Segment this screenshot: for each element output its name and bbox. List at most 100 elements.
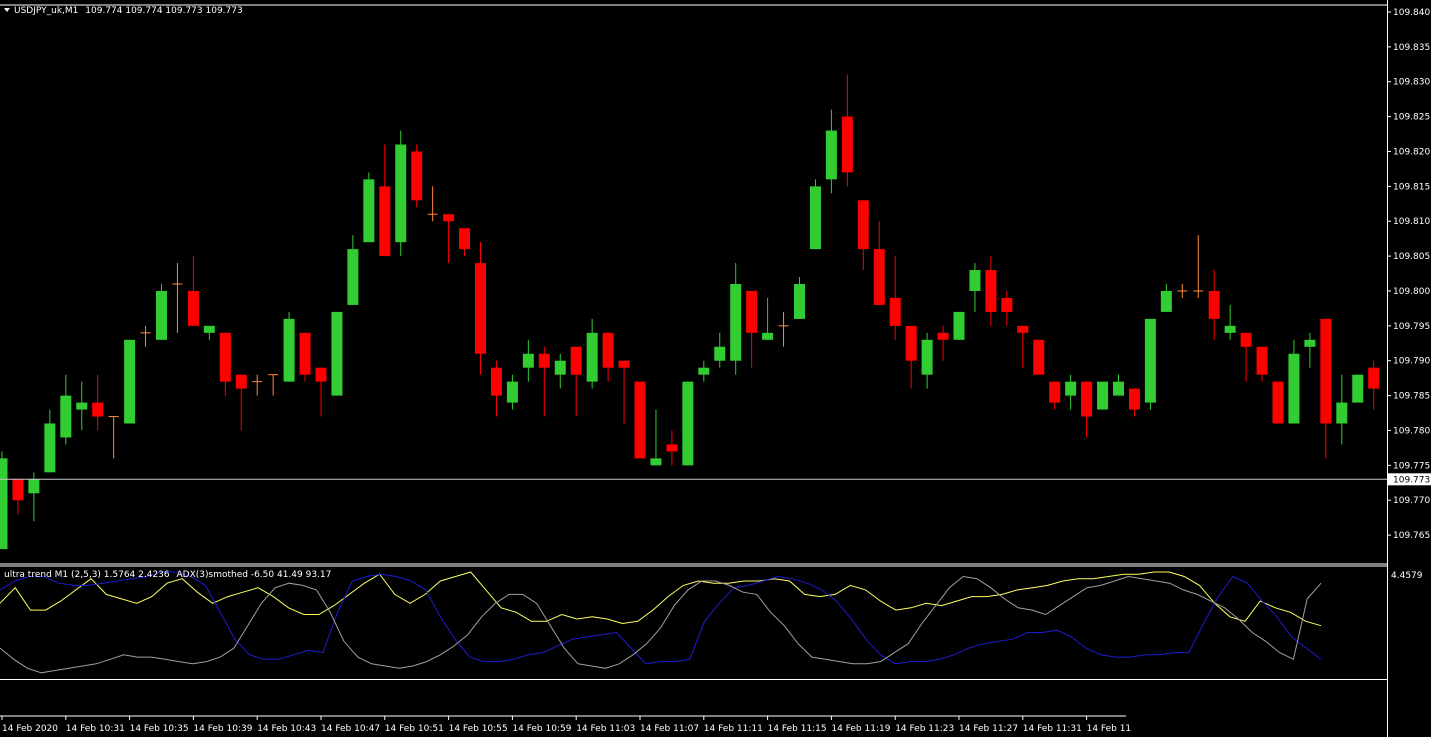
- price-tick-label: 109.775: [1393, 461, 1430, 471]
- candle-body: [506, 381, 518, 403]
- candle: [299, 332, 311, 382]
- candle-body: [969, 270, 981, 291]
- candle-body: [857, 200, 869, 250]
- time-tick-label: 14 Feb 10:59: [512, 724, 571, 734]
- time-tick-label: 14 Feb 10:51: [385, 724, 444, 734]
- candle-body: [602, 332, 614, 368]
- candle-body: [1017, 325, 1029, 333]
- candle-body: [714, 346, 726, 361]
- adx-label: ADX(3)smothed -6.50 41.49 93.17: [176, 570, 332, 580]
- price-tick-label: 109.835: [1393, 43, 1430, 53]
- price-tick-label: 109.765: [1393, 531, 1430, 541]
- candle-body: [459, 228, 471, 250]
- time-tick-label: 14 Feb 10:35: [130, 724, 189, 734]
- candle: [1033, 339, 1045, 375]
- candle-body: [953, 311, 965, 340]
- time-tick-label: 14 Feb 10:55: [449, 724, 508, 734]
- time-tick-label: 14 Feb 11:23: [895, 724, 954, 734]
- current-price-label: 109.773: [1393, 475, 1430, 485]
- candle-body: [1304, 339, 1316, 347]
- time-tick-label: 14 Feb 11:27: [959, 724, 1018, 734]
- symbol-label: USDJPY_uk,M1: [14, 6, 79, 16]
- candle-body: [363, 179, 375, 243]
- price-tick-label: 109.785: [1393, 392, 1430, 402]
- candle-body: [650, 458, 662, 466]
- price-tick-label: 109.780: [1393, 426, 1430, 436]
- candle-body: [156, 290, 167, 340]
- candle-body: [490, 367, 502, 396]
- candle-body: [1049, 381, 1061, 403]
- time-tick-label: 14 Feb 11:07: [640, 724, 699, 734]
- time-tick-label: 14 Feb 2020: [2, 724, 58, 734]
- price-tick-label: 109.830: [1393, 78, 1430, 88]
- chart-background: [0, 0, 1431, 737]
- price-tick-label: 109.820: [1393, 147, 1430, 157]
- candle-body: [28, 479, 40, 494]
- price-tick-label: 109.840: [1393, 8, 1430, 18]
- candle: [0, 451, 8, 550]
- dropdown-triangle-icon[interactable]: [4, 8, 10, 12]
- candle-body: [937, 332, 949, 340]
- candle-body: [475, 263, 486, 354]
- candle: [682, 381, 694, 466]
- candle: [411, 144, 423, 208]
- candle-body: [1033, 339, 1045, 375]
- candle-body: [1320, 318, 1332, 424]
- candle-body: [794, 284, 805, 319]
- candle-body: [0, 458, 8, 550]
- candle-body: [1336, 402, 1348, 424]
- candle-body: [1128, 388, 1140, 410]
- candle-body: [873, 249, 885, 305]
- candle-body: [730, 284, 742, 361]
- candle-body: [92, 402, 104, 417]
- ultra-trend-label: ultra trend M1 (2,5,3) 1.5764 2.4236: [4, 570, 170, 580]
- candle-body: [570, 346, 582, 375]
- time-tick-label: 14 Feb 10:43: [257, 724, 316, 734]
- indicator-header: ultra trend M1 (2,5,3) 1.5764 2.4236 ADX…: [4, 570, 331, 580]
- candle-body: [12, 479, 24, 501]
- candle-body: [809, 186, 821, 250]
- candle: [1272, 381, 1284, 424]
- candle-body: [76, 402, 88, 410]
- candle-body: [1352, 374, 1364, 403]
- candle-body: [44, 423, 56, 473]
- time-tick-label: 14 Feb 11:15: [768, 724, 827, 734]
- candle-body: [379, 186, 391, 257]
- candle-body: [124, 339, 136, 424]
- indicator-axis: 4.4579: [1391, 571, 1423, 581]
- candle-body: [666, 444, 678, 452]
- candle-body: [746, 290, 758, 333]
- candle-body: [1065, 381, 1077, 396]
- candle-body: [825, 130, 837, 180]
- candle-body: [411, 151, 423, 201]
- candle-body: [682, 381, 694, 466]
- ohlc-values: 109.774 109.774 109.773 109.773: [85, 6, 243, 16]
- indicator-tick-label: 4.4579: [1391, 571, 1423, 581]
- chart-header[interactable]: USDJPY_uk,M1 109.774 109.774 109.773 109…: [1, 6, 243, 16]
- time-tick-label: 14 Feb 11:11: [704, 724, 763, 734]
- candle-body: [187, 290, 199, 326]
- candle-body: [1272, 381, 1284, 424]
- time-tick-label: 14 Feb 11:19: [831, 724, 890, 734]
- candle-body: [283, 318, 295, 382]
- candle: [634, 381, 646, 459]
- time-tick-label: 14 Feb 11: [1087, 724, 1132, 734]
- candle-body: [1001, 297, 1013, 312]
- time-tick-label: 14 Feb 11:31: [1023, 724, 1082, 734]
- price-tick-label: 109.815: [1393, 182, 1430, 192]
- price-tick-label: 109.825: [1393, 113, 1430, 123]
- candle-body: [1224, 325, 1236, 333]
- candle-body: [219, 332, 231, 382]
- time-tick-label: 14 Feb 10:47: [321, 724, 380, 734]
- candle-body: [1256, 346, 1268, 375]
- chart-canvas: 109.840 109.835 109.830 109.825 109.820 109.8…: [0, 0, 1431, 737]
- candle-body: [235, 374, 247, 389]
- candle-body: [1288, 353, 1300, 424]
- candle: [1352, 374, 1364, 403]
- candle-body: [554, 360, 566, 375]
- candle-body: [1097, 381, 1109, 410]
- candle-body: [315, 367, 327, 382]
- candle-body: [395, 144, 407, 243]
- candle-body: [1144, 318, 1156, 403]
- candle-body: [443, 214, 455, 222]
